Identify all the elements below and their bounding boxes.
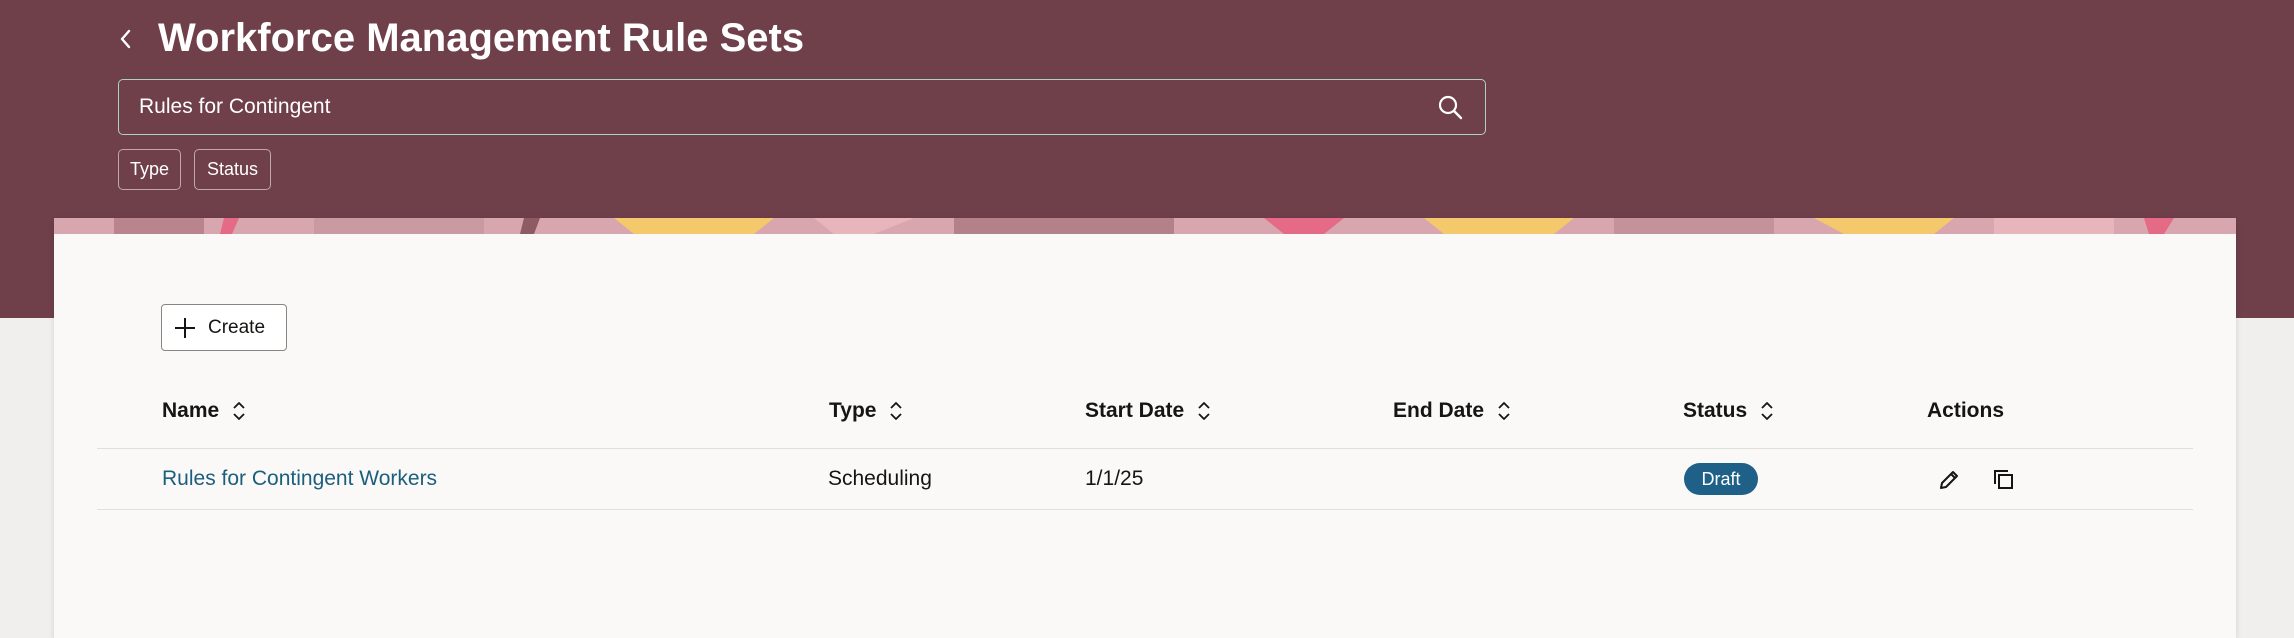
sort-icon[interactable] [888,400,904,422]
column-header-end-date-label: End Date [1393,399,1485,422]
create-button[interactable]: Create [161,304,287,351]
duplicate-icon[interactable] [1990,466,2018,494]
plus-icon [175,318,195,338]
column-header-start-date[interactable]: Start Date [1085,396,1212,426]
sort-icon[interactable] [1196,400,1212,422]
column-header-name[interactable]: Name [162,396,247,426]
decorative-banner [54,218,2236,234]
page-title: Workforce Management Rule Sets [158,16,805,60]
search-box[interactable] [118,79,1486,135]
column-header-actions: Actions [1927,396,2004,426]
sort-icon[interactable] [1496,400,1512,422]
table-divider [97,448,2193,449]
column-header-end-date[interactable]: End Date [1393,396,1512,426]
search-input[interactable] [139,80,1419,133]
create-button-label: Create [208,317,266,338]
table-cell-name[interactable]: Rules for Contingent Workers [162,464,437,494]
filter-chip-status[interactable]: Status [194,149,271,190]
column-header-actions-label: Actions [1927,399,2005,422]
content-card: Create Name Type Start Date End Date Sta… [54,218,2236,638]
table-row-divider [97,509,2193,510]
status-badge: Draft [1684,463,1758,495]
column-header-type[interactable]: Type [829,396,904,426]
back-button[interactable] [112,22,140,56]
column-header-status[interactable]: Status [1683,396,1775,426]
chevron-left-icon [120,29,131,49]
filter-chip-type[interactable]: Type [118,149,181,190]
column-header-name-label: Name [162,399,220,422]
sort-icon[interactable] [1759,400,1775,422]
edit-icon[interactable] [1935,466,1963,494]
rule-set-name-link[interactable]: Rules for Contingent Workers [162,467,437,491]
column-header-type-label: Type [829,399,877,422]
sort-icon[interactable] [231,400,247,422]
table-cell-start-date: 1/1/25 [1085,467,1144,490]
column-header-start-date-label: Start Date [1085,399,1185,422]
column-header-status-label: Status [1683,399,1748,422]
table-cell-type: Scheduling [828,467,932,490]
search-icon[interactable] [1437,94,1463,120]
